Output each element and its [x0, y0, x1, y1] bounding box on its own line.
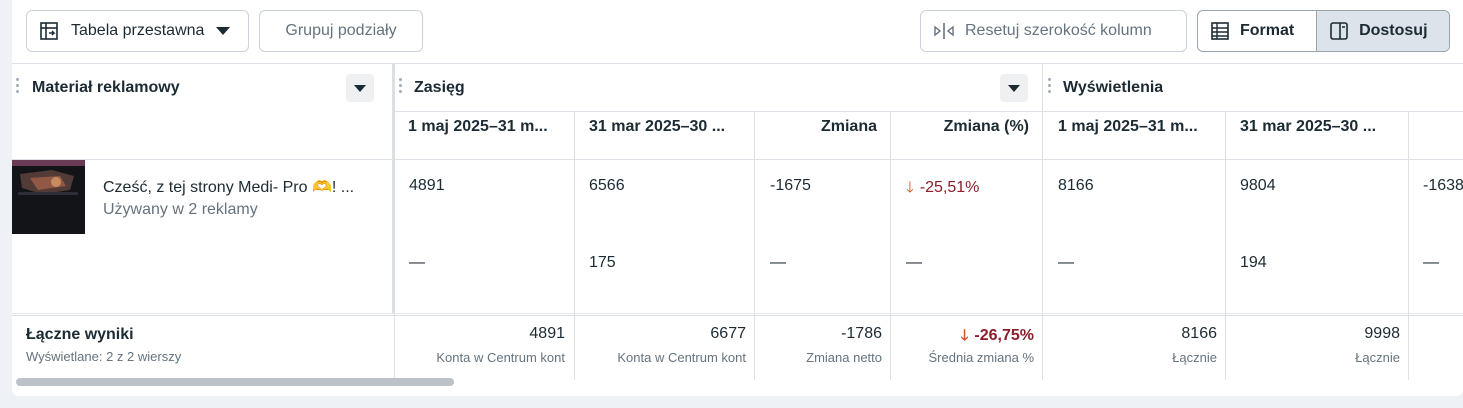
total-reach-change-pct-text: -26,75% [974, 327, 1034, 344]
total-reach-change-pct-caption: Średnia zmiana % [928, 350, 1035, 365]
group-breakdowns-label: Grupuj podziały [285, 22, 397, 39]
header-impressions: Wyświetlenia [1063, 79, 1164, 96]
drag-handle-icon[interactable] [1048, 78, 1052, 100]
totals-title: Łączne wyniki [26, 326, 134, 343]
subheader-reach-change[interactable]: Zmiana [754, 118, 877, 136]
reach-column-menu[interactable] [1000, 74, 1028, 102]
total-reach-period1: 4891 [529, 325, 565, 342]
customize-button[interactable]: Dostosuj [1316, 11, 1449, 51]
ad-creative-usage: Używany w 2 reklamy [103, 201, 258, 218]
subheader-impressions-period1[interactable]: 1 maj 2025–31 m... [1058, 118, 1218, 136]
pivot-table-label: Tabela przestawna [71, 22, 205, 39]
total-reach-period2-caption: Konta w Centrum kont [617, 350, 746, 365]
horizontal-scrollbar[interactable] [16, 378, 454, 386]
reach-period2-value: 175 [589, 254, 616, 271]
total-reach-change-caption: Zmiana netto [806, 350, 882, 365]
totals-subtitle: Wyświetlane: 2 z 2 wierszy [26, 349, 182, 364]
impressions-change-value: — [1423, 254, 1439, 271]
customize-panel-icon [1329, 21, 1349, 41]
ad-creative-thumbnail[interactable] [12, 160, 85, 234]
ads-report-panel: Tabela przestawna Grupuj podziały Resetu… [12, 0, 1463, 396]
drag-handle-icon[interactable] [16, 78, 20, 100]
total-reach-change: -1786 [841, 325, 882, 342]
reach-change-value: -1675 [770, 177, 811, 194]
impressions-period1-value: — [1058, 254, 1074, 271]
reach-change-pct-value: 🡓 -25,51% [906, 177, 979, 202]
caret-down-icon [216, 27, 231, 35]
reach-period1-value: — [409, 254, 425, 271]
customize-label: Dostosuj [1359, 22, 1428, 39]
subheader-reach-period1[interactable]: 1 maj 2025–31 m... [408, 118, 564, 136]
header-reach: Zasięg [414, 79, 465, 96]
reach-change-pct-value: — [906, 254, 922, 271]
column-resize-icon [933, 22, 955, 40]
report-table: Materiał reklamowy Zasięg Wyświetlenia 1… [12, 64, 1463, 380]
pivot-table-dropdown[interactable]: Tabela przestawna [26, 10, 249, 52]
total-impressions-period1-caption: Łącznie [1172, 350, 1217, 365]
arrow-down-icon: 🡓 [960, 327, 969, 344]
total-reach-period1-caption: Konta w Centrum kont [436, 350, 565, 365]
toolbar: Tabela przestawna Grupuj podziały Resetu… [12, 0, 1463, 64]
total-impressions-period2: 9998 [1364, 325, 1400, 342]
creative-column-menu[interactable] [346, 74, 374, 102]
reach-period1-value: 4891 [409, 177, 445, 194]
reach-change-value: — [770, 254, 786, 271]
impressions-period2-value: 194 [1240, 254, 1267, 271]
total-reach-period2: 6677 [710, 325, 746, 342]
view-toggle: Format Dostosuj [1197, 10, 1450, 52]
impressions-period2-value: 9804 [1240, 177, 1276, 194]
reset-column-width-button[interactable]: Resetuj szerokość kolumn [920, 10, 1187, 52]
subheader-impressions-period2[interactable]: 31 mar 2025–30 ... [1240, 118, 1400, 136]
reach-period2-value: 6566 [589, 177, 625, 194]
format-button[interactable]: Format [1198, 11, 1316, 51]
reach-change-pct-text: -25,51% [919, 179, 980, 196]
reset-column-width-label: Resetuj szerokość kolumn [965, 22, 1152, 39]
total-impressions-period1: 8166 [1181, 325, 1217, 342]
group-breakdowns-button[interactable]: Grupuj podziały [259, 10, 423, 52]
drag-handle-icon[interactable] [399, 78, 403, 100]
subheader-reach-period2[interactable]: 31 mar 2025–30 ... [589, 118, 745, 136]
total-impressions-period2-caption: Łącznie [1355, 350, 1400, 365]
total-reach-change-pct: 🡓 -26,75% [891, 325, 1034, 350]
format-table-icon [1210, 21, 1230, 41]
arrow-down-icon: 🡓 [906, 179, 914, 196]
ad-creative-title[interactable]: Cześć, z tej strony Medi- Pro 🫶! ... [103, 177, 371, 197]
impressions-change-value: -1638 [1423, 177, 1463, 194]
format-label: Format [1240, 22, 1295, 39]
pivot-table-icon [39, 21, 59, 41]
header-creative: Materiał reklamowy [32, 79, 180, 96]
subheader-reach-change-pct[interactable]: Zmiana (%) [890, 118, 1029, 136]
impressions-period1-value: 8166 [1058, 177, 1094, 194]
